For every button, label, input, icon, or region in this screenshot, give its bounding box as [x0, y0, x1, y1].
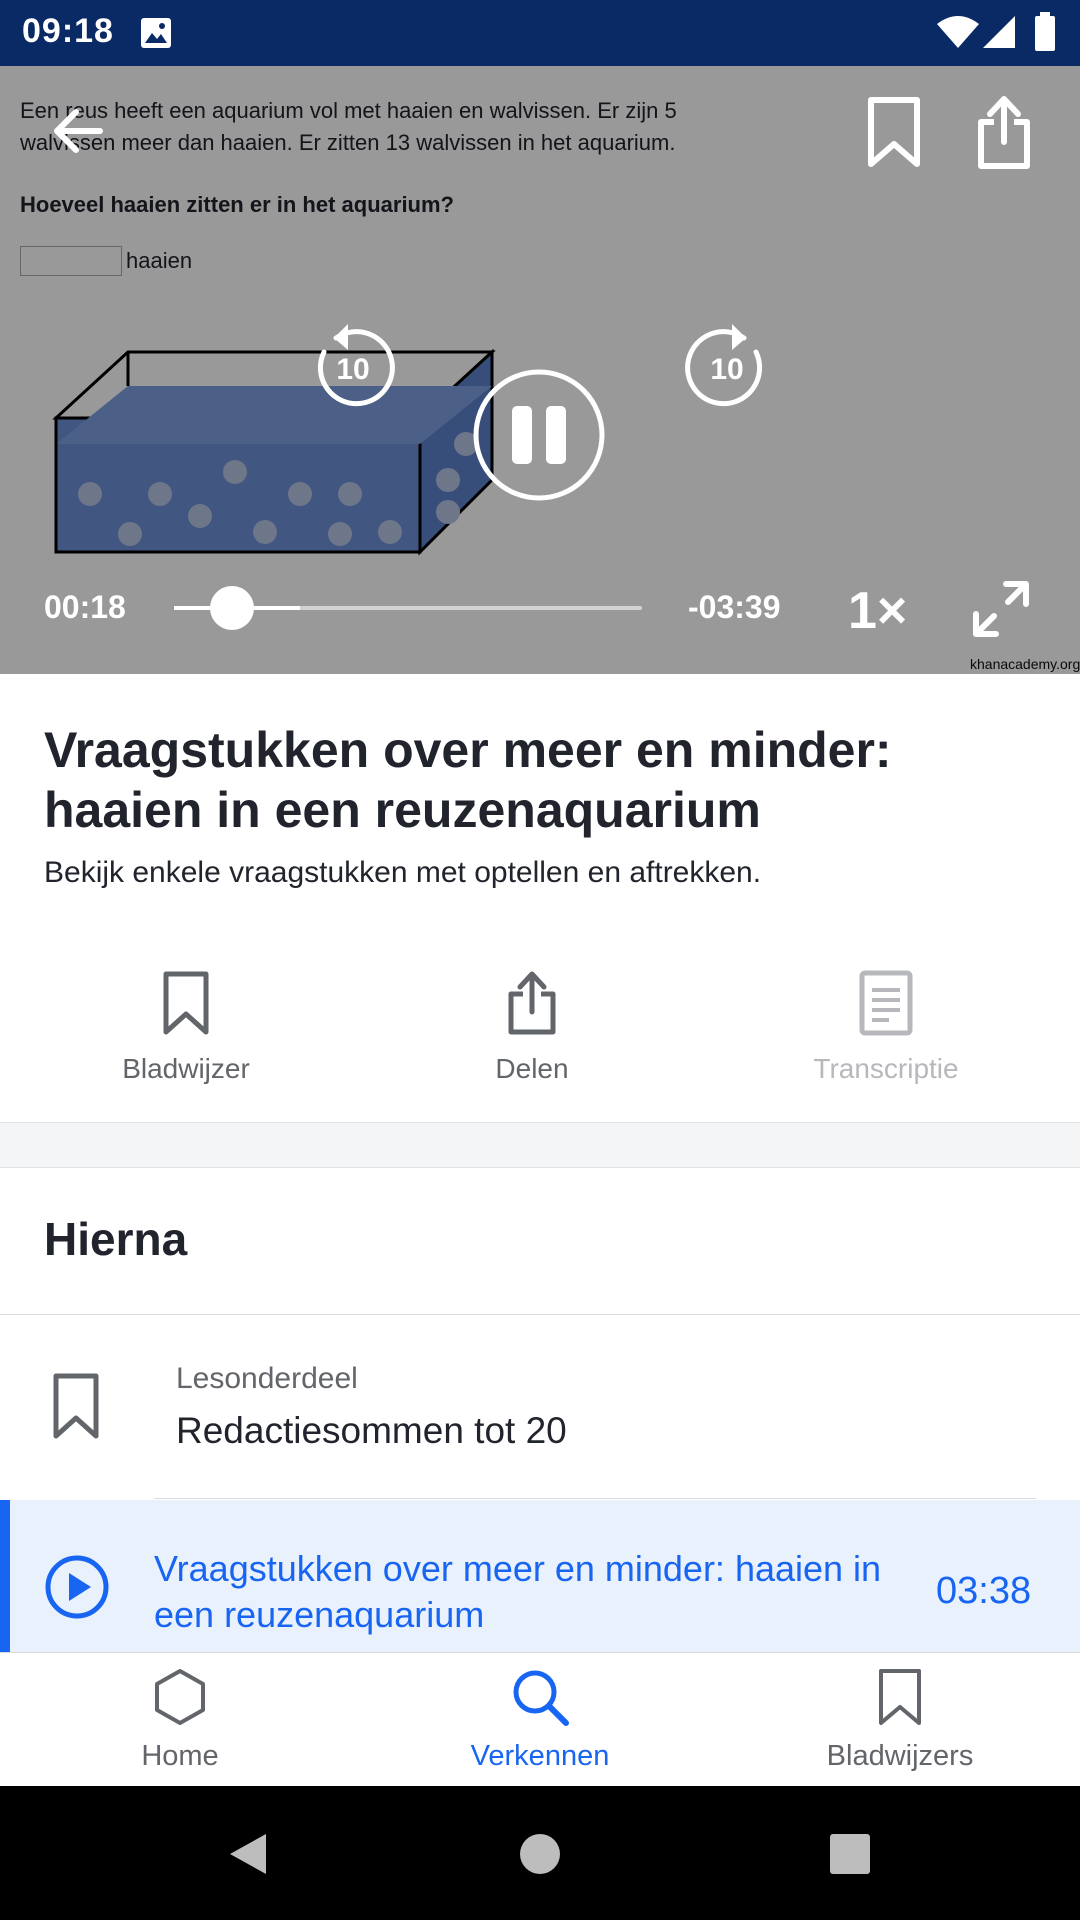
transcript-action[interactable]: Transcriptie	[766, 970, 1006, 1085]
bookmark-action-label: Bladwijzer	[122, 1053, 250, 1084]
nav-bookmarks[interactable]: Bladwijzers	[780, 1667, 1020, 1773]
forward-10-icon[interactable]: 10	[680, 316, 774, 410]
system-home-icon[interactable]	[518, 1832, 562, 1876]
up-next-heading: Hierna	[44, 1213, 188, 1265]
bottom-navigation: Home Verkennen Bladwijzers	[0, 1652, 1080, 1787]
current-video-title: Vraagstukken over meer en minder: haaien…	[154, 1548, 882, 1635]
divider	[154, 1498, 1036, 1499]
divider	[0, 1314, 1080, 1315]
video-player[interactable]: Een reus heeft een aquarium vol met haai…	[0, 66, 1080, 674]
back-arrow-icon[interactable]	[48, 102, 106, 160]
unit-bookmark-icon[interactable]	[52, 1372, 100, 1440]
search-icon	[513, 1670, 569, 1726]
wifi-icon	[937, 16, 979, 48]
image-notification-icon	[141, 18, 171, 48]
transcript-icon	[859, 970, 913, 1036]
section-divider	[0, 1122, 1080, 1168]
time-remaining: -03:39	[688, 589, 781, 625]
share-icon[interactable]	[976, 94, 1032, 170]
nav-explore[interactable]: Verkennen	[420, 1667, 660, 1773]
playback-speed-button[interactable]: 1×	[848, 581, 907, 641]
cellular-signal-icon	[983, 16, 1015, 48]
video-title: Vraagstukken over meer en minder: haaien…	[44, 722, 892, 838]
status-time: 09:18	[22, 12, 114, 50]
rewind-label: 10	[336, 353, 369, 386]
unit-type-label: Lesonderdeel	[176, 1362, 358, 1395]
battery-icon	[1035, 12, 1055, 51]
nav-bookmarks-label: Bladwijzers	[826, 1740, 974, 1772]
bookmark-action[interactable]: Bladwijzer	[66, 970, 306, 1085]
bookmarks-icon	[879, 1669, 921, 1725]
share-action-label: Delen	[495, 1053, 569, 1084]
nav-explore-label: Verkennen	[470, 1740, 610, 1772]
forward-label: 10	[710, 353, 743, 386]
home-hexagon-icon	[155, 1669, 205, 1725]
share-action[interactable]: Delen	[412, 970, 652, 1085]
system-navigation-bar	[0, 1786, 1080, 1920]
system-recents-icon[interactable]	[828, 1832, 872, 1876]
nav-home-label: Home	[141, 1740, 219, 1772]
pause-button[interactable]	[472, 368, 606, 502]
transcript-action-label: Transcriptie	[813, 1053, 959, 1084]
system-back-icon[interactable]	[226, 1830, 270, 1878]
bookmark-action-icon	[163, 971, 209, 1035]
status-bar: 09:18	[0, 0, 1080, 66]
unit-title[interactable]: Redactiesommen tot 20	[176, 1410, 567, 1452]
time-current: 00:18	[44, 589, 126, 625]
seek-thumb[interactable]	[210, 586, 254, 630]
current-video-item[interactable]: Vraagstukken over meer en minder: haaien…	[0, 1500, 1080, 1652]
rewind-10-icon[interactable]: 10	[306, 316, 400, 410]
share-action-icon	[508, 971, 556, 1035]
video-description: Bekijk enkele vraagstukken met optellen …	[44, 856, 762, 889]
current-indicator	[0, 1500, 10, 1652]
seek-bar[interactable]	[174, 586, 642, 630]
nav-home[interactable]: Home	[60, 1667, 300, 1773]
bookmark-icon[interactable]	[866, 96, 922, 168]
fullscreen-icon[interactable]	[970, 578, 1032, 640]
play-icon	[45, 1555, 109, 1619]
current-video-duration: 03:38	[936, 1570, 1032, 1612]
